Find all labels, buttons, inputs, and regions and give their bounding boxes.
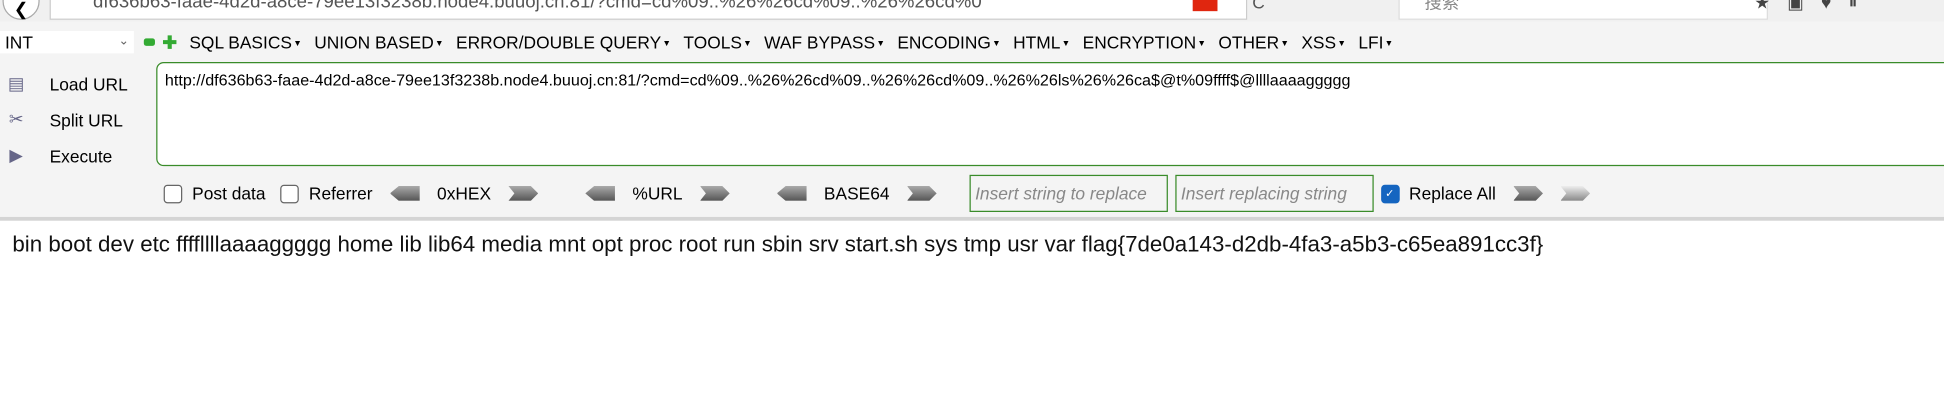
referrer-checkbox[interactable] — [280, 184, 299, 203]
browser-toolbar: ❮ df636b63-faae-4d2d-a8ce-79ee13f3238b.n… — [0, 0, 1944, 23]
url-label: %URL — [632, 183, 683, 204]
hackbar-menu: INT ⌄ ✚ SQL BASICS▼ UNION BASED▼ ERROR/DO… — [0, 30, 1406, 54]
menu-encoding[interactable]: ENCODING▼ — [897, 32, 1000, 52]
url-decode-arrow-icon[interactable] — [585, 185, 616, 201]
hackbar-actions: ▤ Load URL ✂ Split URL ▶ Execute — [5, 66, 128, 174]
back-button[interactable]: ❮ — [2, 0, 40, 20]
type-select-value: INT — [4, 32, 33, 53]
url-encode-arrow-icon[interactable] — [699, 185, 730, 201]
post-data-checkbox[interactable] — [163, 184, 183, 203]
url-textarea[interactable]: http://df636b63-faae-4d2d-a8ce-79ee13f32… — [156, 61, 1944, 167]
base64-encode-arrow-icon[interactable] — [906, 185, 937, 201]
replace-all-checkbox[interactable]: ✓ — [1380, 184, 1400, 203]
split-url-button[interactable]: ✂ Split URL — [5, 102, 128, 138]
hackbar-panel: INT ⌄ ✚ SQL BASICS▼ UNION BASED▼ ERROR/DO… — [0, 21, 1944, 221]
back-arrow-icon: ❮ — [13, 0, 29, 19]
base64-label: BASE64 — [823, 183, 890, 204]
replace-next-arrow-icon[interactable] — [1560, 185, 1591, 201]
scissors-icon: ✂ — [8, 109, 24, 129]
type-select[interactable]: INT ⌄ — [0, 30, 134, 54]
menu-tools[interactable]: TOOLS▼ — [683, 32, 751, 52]
replace-string-input[interactable]: Insert string to replace — [968, 174, 1168, 213]
menu-error-double-query[interactable]: ERROR/DOUBLE QUERY▼ — [456, 32, 671, 52]
referrer-label: Referrer — [308, 183, 373, 204]
menu-union-based[interactable]: UNION BASED▼ — [314, 32, 443, 52]
address-bar[interactable]: df636b63-faae-4d2d-a8ce-79ee13f3238b.nod… — [49, 0, 1248, 20]
hex-encode-arrow-icon[interactable] — [508, 185, 539, 201]
reload-icon[interactable]: C — [1252, 0, 1265, 12]
hackbar-options: Post data Referrer 0xHEX %URL BASE64 Ins… — [163, 174, 1608, 213]
hex-decode-arrow-icon[interactable] — [389, 185, 420, 201]
hex-label: 0xHEX — [437, 183, 492, 204]
execute-button[interactable]: ▶ Execute — [5, 138, 128, 174]
page-output: bin boot dev etc ffffllllaaaaggggg home … — [12, 231, 1544, 257]
search-box[interactable]: 搜索 — [1398, 0, 1768, 20]
base64-decode-arrow-icon[interactable] — [776, 185, 807, 201]
menu-encryption[interactable]: ENCRYPTION▼ — [1083, 32, 1206, 52]
flag-indicator-icon — [1192, 0, 1218, 12]
menu-waf-bypass[interactable]: WAF BYPASS▼ — [764, 32, 885, 52]
menu-xss[interactable]: XSS▼ — [1301, 32, 1346, 52]
load-url-button[interactable]: ▤ Load URL — [5, 66, 128, 102]
plus-icon[interactable]: ✚ — [162, 32, 177, 53]
menu-html[interactable]: HTML▼ — [1013, 32, 1070, 52]
menu-other[interactable]: OTHER▼ — [1218, 32, 1289, 52]
chevron-down-icon: ⌄ — [118, 34, 129, 49]
menu-lfi[interactable]: LFI▼ — [1358, 32, 1393, 52]
post-data-label: Post data — [192, 183, 266, 204]
menu-sql-basics[interactable]: SQL BASICS▼ — [189, 32, 301, 52]
replace-all-label: Replace All — [1409, 183, 1496, 204]
minus-icon[interactable] — [143, 38, 155, 46]
play-icon: ▶ — [9, 145, 23, 165]
replace-arrow-icon[interactable] — [1513, 185, 1543, 201]
browser-icons[interactable]: ★▣♥⏸ — [1754, 0, 1874, 14]
load-icon: ▤ — [7, 73, 25, 93]
replacing-string-input[interactable]: Insert replacing string — [1174, 174, 1374, 213]
